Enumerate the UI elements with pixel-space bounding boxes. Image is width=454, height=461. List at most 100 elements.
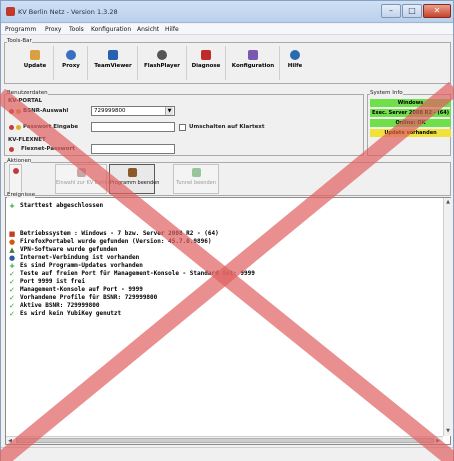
menu-item-tools[interactable]: Tools (69, 26, 84, 33)
event-log[interactable]: + Starttest abgeschlossen ■ Betriebssyst… (5, 197, 451, 445)
plus-icon: + (9, 202, 15, 210)
flashplayer-label: FlashPlayer (143, 63, 181, 69)
kv-flexnet-label: KV-FLEXNET (8, 137, 46, 143)
globe-icon: ● (8, 254, 16, 262)
dial-icon (76, 168, 86, 177)
status-bar (1, 447, 453, 461)
scroll-right-icon[interactable]: ▶ (434, 437, 442, 445)
teamviewer-label: TeamViewer (94, 63, 132, 69)
app-icon (6, 7, 15, 16)
menu-bar: Programm Proxy Tools Konfiguration Ansic… (1, 24, 453, 35)
horizontal-scrollbar[interactable]: ◀ ▶ (6, 436, 443, 444)
minimize-button[interactable]: – (381, 4, 401, 18)
vertical-scrollbar[interactable]: ▲ ▼ (443, 198, 451, 436)
passwort-input[interactable] (91, 122, 175, 132)
flash-icon (157, 50, 167, 60)
system-info-item: Update vorhanden (370, 129, 451, 137)
system-info-item: Exec. Server 2008 R2 - (64) (370, 109, 451, 117)
proxy-button[interactable]: Proxy (56, 48, 86, 80)
log-line: Vorhandene Profile für BSNR: 729999800 (20, 294, 158, 301)
key-icon (16, 125, 21, 130)
scroll-left-icon[interactable]: ◀ (6, 437, 14, 445)
monitor-icon (108, 50, 118, 60)
status-dot-icon (9, 125, 14, 130)
log-line: Management-Konsole auf Port - 9999 (20, 286, 143, 293)
programm-beenden-label: Programm beenden (110, 180, 160, 186)
hilfe-button[interactable]: Hilfe (283, 48, 307, 80)
diagnose-button[interactable]: Diagnose (189, 48, 223, 80)
window-title: KV Berlin Netz - Version 1.3.28 (18, 8, 118, 16)
status-dot-icon (9, 147, 14, 152)
help-icon (290, 50, 300, 60)
close-button[interactable]: ✕ (423, 4, 451, 18)
log-line: Aktive BSNR: 729999800 (20, 302, 100, 309)
computer-icon: ■ (8, 230, 16, 238)
maximize-button[interactable]: □ (402, 4, 422, 18)
update-icon (30, 50, 40, 60)
toolbar-group-label: Tools-Bar (7, 38, 32, 44)
bsnr-select[interactable]: 729999800 ▼ (91, 106, 175, 116)
vpn-icon: ▲ (9, 246, 15, 254)
scroll-thumb[interactable] (16, 438, 434, 443)
log-line: Port 9999 ist frei (20, 278, 86, 285)
hilfe-label: Hilfe (287, 63, 303, 69)
log-line: Es wird kein YubiKey genutzt (20, 310, 122, 317)
check-icon: ✓ (9, 302, 15, 310)
passwort-label: Passwort Eingabe (23, 124, 79, 130)
flexnet-passwort-input[interactable] (91, 144, 175, 154)
toolbar-separator (279, 46, 280, 80)
firefox-icon: ● (8, 238, 16, 246)
diagnose-icon (201, 50, 211, 60)
check-icon: ✓ (9, 270, 15, 278)
benutzerdaten-label: Benutzerdaten (7, 90, 48, 96)
tunnel-beenden-button[interactable]: Tunnel beenden (173, 164, 219, 194)
check-icon: ✓ (9, 310, 15, 318)
status-dot-icon (9, 109, 14, 114)
toolbar-separator (137, 46, 138, 80)
exit-door-icon (127, 168, 137, 177)
check-icon: ✓ (9, 286, 15, 294)
einwahl-label: Einwahl zur KV Berlin (56, 180, 110, 186)
programm-beenden-button[interactable]: Programm beenden (109, 164, 160, 194)
umschalten-checkbox[interactable] (179, 124, 186, 131)
menu-item-programm[interactable]: Programm (5, 26, 36, 33)
tunnel-icon (191, 168, 201, 177)
chevron-down-icon: ▼ (165, 107, 173, 115)
bsnr-select-value: 729999800 (94, 108, 126, 114)
update-button[interactable]: Update (17, 48, 53, 80)
user-icon (16, 109, 21, 114)
teamviewer-button[interactable]: TeamViewer (91, 48, 135, 80)
diagnose-label: Diagnose (191, 63, 221, 69)
globe-icon (66, 50, 76, 60)
toolbar-separator (87, 46, 88, 80)
menu-item-hilfe[interactable]: Hilfe (165, 26, 179, 33)
konfiguration-button[interactable]: Konfiguration (229, 48, 277, 80)
system-info-item: Online: OK (370, 119, 451, 127)
toolbar-separator (186, 46, 187, 80)
check-icon: ✓ (9, 278, 15, 286)
plus-icon: + (9, 262, 15, 270)
log-line: Internet-Verbindung ist vorhanden (20, 254, 140, 261)
menu-item-ansicht[interactable]: Ansicht (137, 26, 159, 33)
log-line: FirefoxPortabel wurde gefunden (Version:… (20, 238, 212, 245)
umschalten-label: Umschalten auf Klartext (189, 124, 265, 130)
menu-item-konfiguration[interactable]: Konfiguration (91, 26, 131, 33)
proxy-label: Proxy (62, 63, 80, 69)
check-icon: ✓ (9, 294, 15, 302)
title-bar: KV Berlin Netz - Version 1.3.28 – □ ✕ (1, 1, 453, 23)
scroll-down-icon[interactable]: ▼ (444, 427, 452, 435)
tunnel-beenden-label: Tunnel beenden (176, 180, 216, 186)
system-info-item: Windows (370, 99, 451, 107)
menu-item-proxy[interactable]: Proxy (45, 26, 61, 33)
update-label: Update (23, 63, 47, 69)
scroll-up-icon[interactable]: ▲ (444, 198, 452, 206)
kv-portal-label: KV-PORTAL (8, 98, 43, 104)
status-dot-icon (12, 168, 19, 174)
toolbar-separator (225, 46, 226, 80)
gear-icon (248, 50, 258, 60)
einwahl-button[interactable]: Einwahl zur KV Berlin (55, 164, 110, 194)
ereignisse-label: Ereignisse (7, 192, 36, 198)
flashplayer-button[interactable]: FlashPlayer (140, 48, 184, 80)
log-line: Es sind Programm-Updates vorhanden (20, 262, 143, 269)
konfiguration-label: Konfiguration (231, 63, 275, 69)
